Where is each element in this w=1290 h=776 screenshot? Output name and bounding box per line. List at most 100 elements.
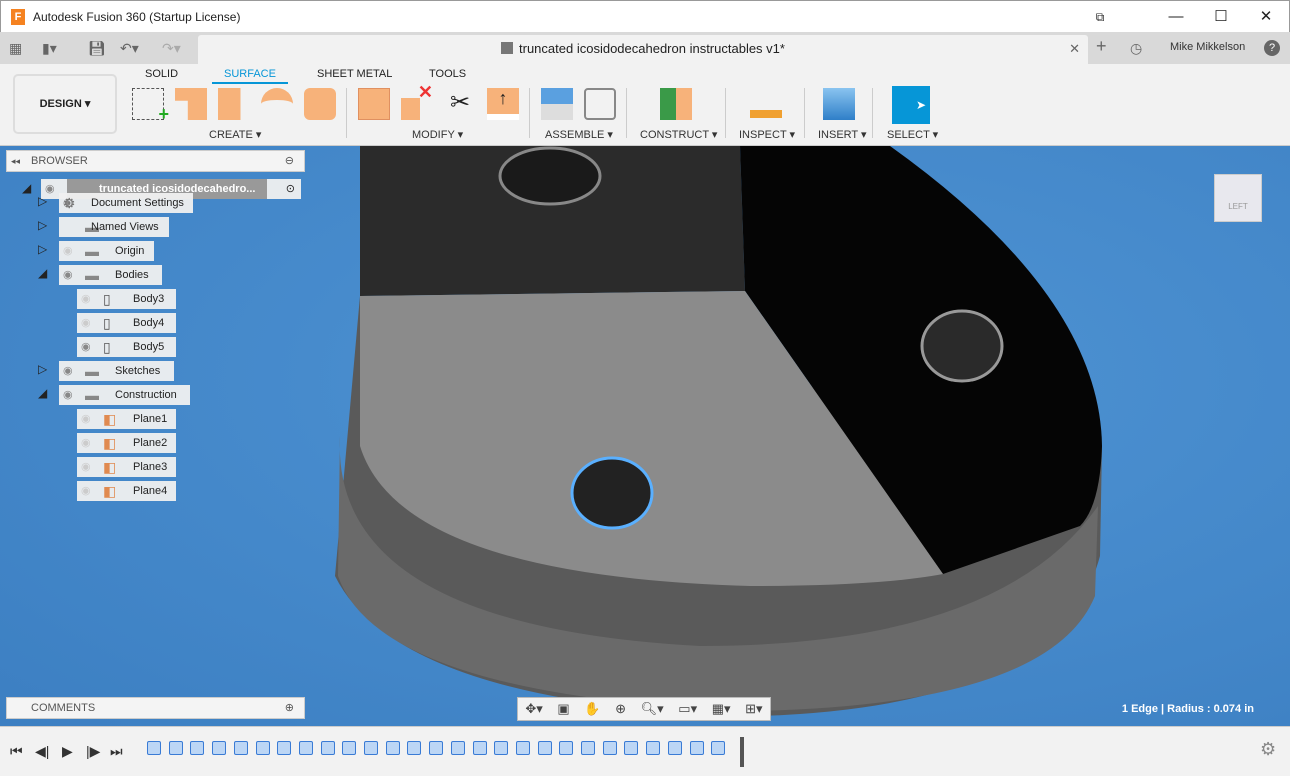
- timeline-feature-icon[interactable]: [494, 741, 508, 755]
- step-back-icon[interactable]: ◀|: [35, 743, 49, 760]
- model-canvas[interactable]: [0, 146, 1290, 726]
- 3d-viewport[interactable]: LEFT: [0, 146, 1290, 726]
- timeline-feature-icon[interactable]: [451, 741, 465, 755]
- timeline-marker[interactable]: [740, 737, 744, 767]
- browser-item[interactable]: ◉▬Sketches: [59, 361, 174, 381]
- pan-icon[interactable]: ✋: [584, 701, 600, 717]
- timeline-feature-icon[interactable]: [299, 741, 313, 755]
- minimize-browser-icon[interactable]: ⊖: [285, 151, 294, 171]
- undo-icon[interactable]: ↶▾: [120, 40, 139, 57]
- browser-item[interactable]: ◉▯Body5: [77, 337, 176, 357]
- timeline-feature-icon[interactable]: [147, 741, 161, 755]
- thicken-icon[interactable]: ↑: [487, 88, 519, 120]
- zoom-icon[interactable]: ⊕: [615, 701, 626, 717]
- browser-item[interactable]: ▬Named Views: [59, 217, 169, 237]
- tab-solid[interactable]: SOLID: [145, 68, 178, 80]
- expand-arrow-icon[interactable]: ▷: [38, 242, 47, 256]
- timeline-feature-icon[interactable]: [277, 741, 291, 755]
- timeline-feature-icon[interactable]: [169, 741, 183, 755]
- go-to-end-icon[interactable]: ⏭: [110, 743, 123, 760]
- help-icon[interactable]: ?: [1264, 40, 1280, 56]
- eye-icon[interactable]: ◉: [63, 361, 73, 381]
- timeline-feature-icon[interactable]: [538, 741, 552, 755]
- orbit-icon[interactable]: ✥▾: [525, 701, 542, 717]
- measure-icon[interactable]: [750, 98, 782, 118]
- insert-menu[interactable]: INSERT ▾: [818, 128, 867, 141]
- display-settings-icon[interactable]: ▭▾: [678, 701, 697, 717]
- patch-icon[interactable]: [175, 88, 207, 120]
- activate-radio-icon[interactable]: ⊙: [286, 179, 295, 199]
- timeline-feature-icon[interactable]: [711, 741, 725, 755]
- timeline-feature-icon[interactable]: [386, 741, 400, 755]
- hidden-eye-icon[interactable]: ◉: [81, 433, 91, 453]
- hidden-eye-icon[interactable]: ◉: [81, 409, 91, 429]
- hidden-eye-icon[interactable]: ◉: [63, 241, 73, 261]
- viewports-icon[interactable]: ⊞▾: [745, 701, 762, 717]
- browser-item[interactable]: ◉▬Origin: [59, 241, 154, 261]
- grid-icon[interactable]: ▦▾: [712, 701, 731, 717]
- tab-sheet-metal[interactable]: SHEET METAL: [317, 68, 392, 80]
- timeline-feature-icon[interactable]: [321, 741, 335, 755]
- minimize-button[interactable]: —: [1153, 1, 1199, 33]
- browser-item[interactable]: ◉◧Plane4: [77, 481, 176, 501]
- eye-icon[interactable]: ◉: [81, 337, 91, 357]
- browser-item[interactable]: ◉⚙Document Settings: [59, 193, 193, 213]
- create-menu[interactable]: CREATE ▾: [209, 128, 261, 141]
- assemble-menu[interactable]: ASSEMBLE ▾: [545, 128, 613, 141]
- new-component-icon[interactable]: [541, 88, 573, 120]
- redo-icon[interactable]: ↷▾: [162, 40, 181, 57]
- insert-image-icon[interactable]: [823, 88, 855, 120]
- trim-icon[interactable]: ✂: [444, 88, 476, 120]
- stitch-icon[interactable]: [358, 88, 390, 120]
- user-name[interactable]: Mike Mikkelson: [1170, 41, 1245, 53]
- apps-grid-icon[interactable]: ▦: [9, 40, 22, 57]
- browser-item[interactable]: ◉▯Body4: [77, 313, 176, 333]
- workspace-switcher[interactable]: DESIGN ▾: [13, 74, 117, 134]
- create-sketch-icon[interactable]: +: [132, 88, 164, 120]
- close-button[interactable]: ✕: [1243, 1, 1289, 33]
- hidden-eye-icon[interactable]: ◉: [81, 289, 91, 309]
- timeline-feature-icon[interactable]: [212, 741, 226, 755]
- timeline-feature-icon[interactable]: [407, 741, 421, 755]
- timeline-feature-icon[interactable]: [559, 741, 573, 755]
- timeline-feature-icon[interactable]: [190, 741, 204, 755]
- timeline-feature-icon[interactable]: [516, 741, 530, 755]
- expanded-triangle-icon[interactable]: ◢: [22, 181, 31, 195]
- timeline-feature-icon[interactable]: [603, 741, 617, 755]
- timeline-feature-icon[interactable]: [342, 741, 356, 755]
- expand-arrow-icon[interactable]: ▷: [38, 194, 47, 208]
- sweep-icon[interactable]: [304, 88, 336, 120]
- browser-item[interactable]: ◉◧Plane1: [77, 409, 176, 429]
- browser-item[interactable]: ◉▬Bodies: [59, 265, 162, 285]
- construct-menu[interactable]: CONSTRUCT ▾: [640, 128, 717, 141]
- add-comment-icon[interactable]: ⊕: [285, 698, 294, 718]
- browser-item[interactable]: ◉▯Body3: [77, 289, 176, 309]
- collapse-browser-icon[interactable]: ◂◂: [11, 151, 20, 171]
- collapse-arrow-icon[interactable]: ◢: [38, 386, 47, 400]
- modify-menu[interactable]: MODIFY ▾: [412, 128, 463, 141]
- tab-surface[interactable]: SURFACE: [212, 68, 288, 84]
- timeline-feature-icon[interactable]: [624, 741, 638, 755]
- timeline-feature-icon[interactable]: [364, 741, 378, 755]
- joint-icon[interactable]: [584, 88, 616, 120]
- timeline-feature-icon[interactable]: [646, 741, 660, 755]
- select-menu[interactable]: SELECT ▾: [887, 128, 938, 141]
- select-icon[interactable]: ➤: [892, 86, 930, 124]
- close-tab-icon[interactable]: ✕: [1069, 35, 1080, 63]
- browser-item[interactable]: ◉◧Plane2: [77, 433, 176, 453]
- timeline-feature-icon[interactable]: [429, 741, 443, 755]
- expand-arrow-icon[interactable]: ▷: [38, 362, 47, 376]
- restore-tab-icon[interactable]: ⧉: [1077, 1, 1123, 33]
- hidden-eye-icon[interactable]: ◉: [81, 481, 91, 501]
- timeline-feature-icon[interactable]: [256, 741, 270, 755]
- hidden-eye-icon[interactable]: ◉: [81, 457, 91, 477]
- step-forward-icon[interactable]: |▶: [86, 743, 100, 760]
- maximize-button[interactable]: ☐: [1198, 1, 1244, 33]
- construct-plane-icon[interactable]: [660, 88, 692, 120]
- job-status-icon[interactable]: ◷: [1130, 40, 1142, 57]
- hidden-eye-icon[interactable]: ◉: [81, 313, 91, 333]
- play-icon[interactable]: ▶: [62, 743, 73, 760]
- timeline-feature-icon[interactable]: [581, 741, 595, 755]
- extrude-icon[interactable]: [218, 88, 250, 120]
- timeline-settings-icon[interactable]: ⚙: [1260, 739, 1276, 760]
